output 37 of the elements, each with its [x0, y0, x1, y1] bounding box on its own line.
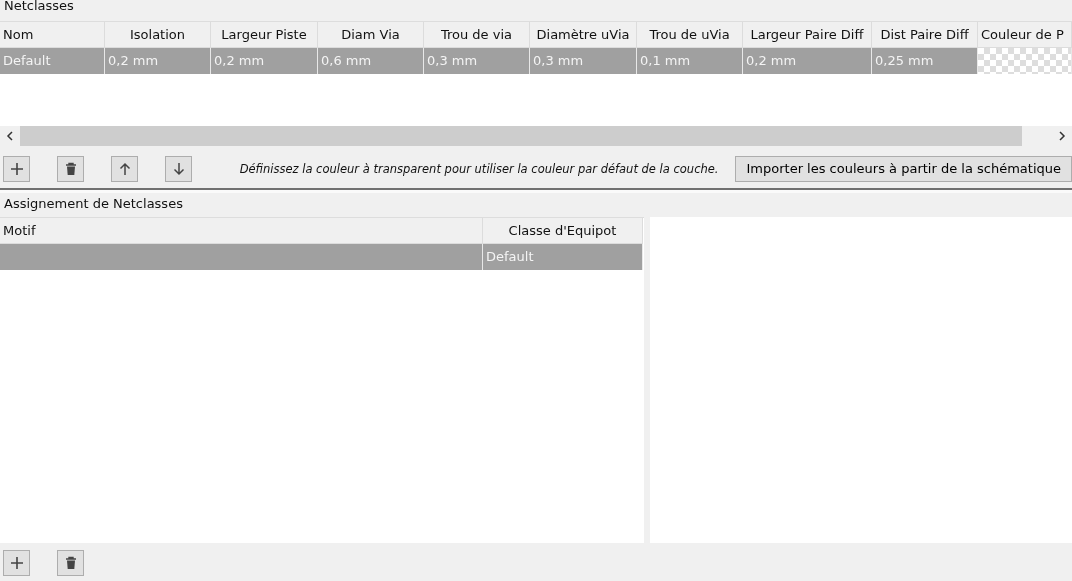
column-header: Motif: [0, 218, 483, 244]
column-header: Couleur de P: [978, 22, 1072, 48]
column-header: Diamètre uVia: [530, 22, 637, 48]
add-icon: [8, 554, 25, 571]
table-cell[interactable]: 0,3 mm: [530, 48, 637, 74]
column-header: Classe d'Equipot: [483, 218, 643, 244]
table-cell[interactable]: 0,2 mm: [211, 48, 318, 74]
table-cell[interactable]: Default: [483, 244, 643, 270]
section-title: Assignement de Netclasses: [3, 195, 184, 213]
move-up-button[interactable]: [111, 155, 138, 182]
hint-text: Définissez la couleur à transparent pour utiliser la couleur par défaut de la couche.: [239, 161, 719, 176]
table-cell[interactable]: Default: [0, 48, 105, 74]
add-button[interactable]: [3, 155, 30, 182]
table-cell[interactable]: 0,1 mm: [637, 48, 743, 74]
table-cell[interactable]: 0,2 mm: [105, 48, 211, 74]
delete-button[interactable]: [57, 549, 84, 576]
column-header: Trou de uVia: [637, 22, 743, 48]
table-cell[interactable]: 0,3 mm: [424, 48, 530, 74]
section-title: Netclasses: [3, 0, 75, 15]
column-header: Largeur Paire Diff: [743, 22, 872, 48]
table-cell[interactable]: [0, 244, 483, 270]
add-icon: [8, 160, 25, 177]
column-header: Largeur Piste: [211, 22, 318, 48]
column-header: Trou de via: [424, 22, 530, 48]
table-cell[interactable]: 0,25 mm: [872, 48, 978, 74]
column-header: Dist Paire Diff: [872, 22, 978, 48]
column-header: Isolation: [105, 22, 211, 48]
scrollbar-thumb[interactable]: [20, 126, 1022, 146]
move-down-button[interactable]: [165, 155, 192, 182]
delete-button[interactable]: [57, 155, 84, 182]
import-colors-button[interactable]: Importer les couleurs à partir de la schématique: [735, 155, 1072, 182]
add-button[interactable]: [3, 549, 30, 576]
table-cell[interactable]: 0,2 mm: [743, 48, 872, 74]
color-swatch[interactable]: [978, 48, 1072, 74]
column-header: Diam Via: [318, 22, 424, 48]
column-header: Nom: [0, 22, 105, 48]
table-cell[interactable]: 0,6 mm: [318, 48, 424, 74]
